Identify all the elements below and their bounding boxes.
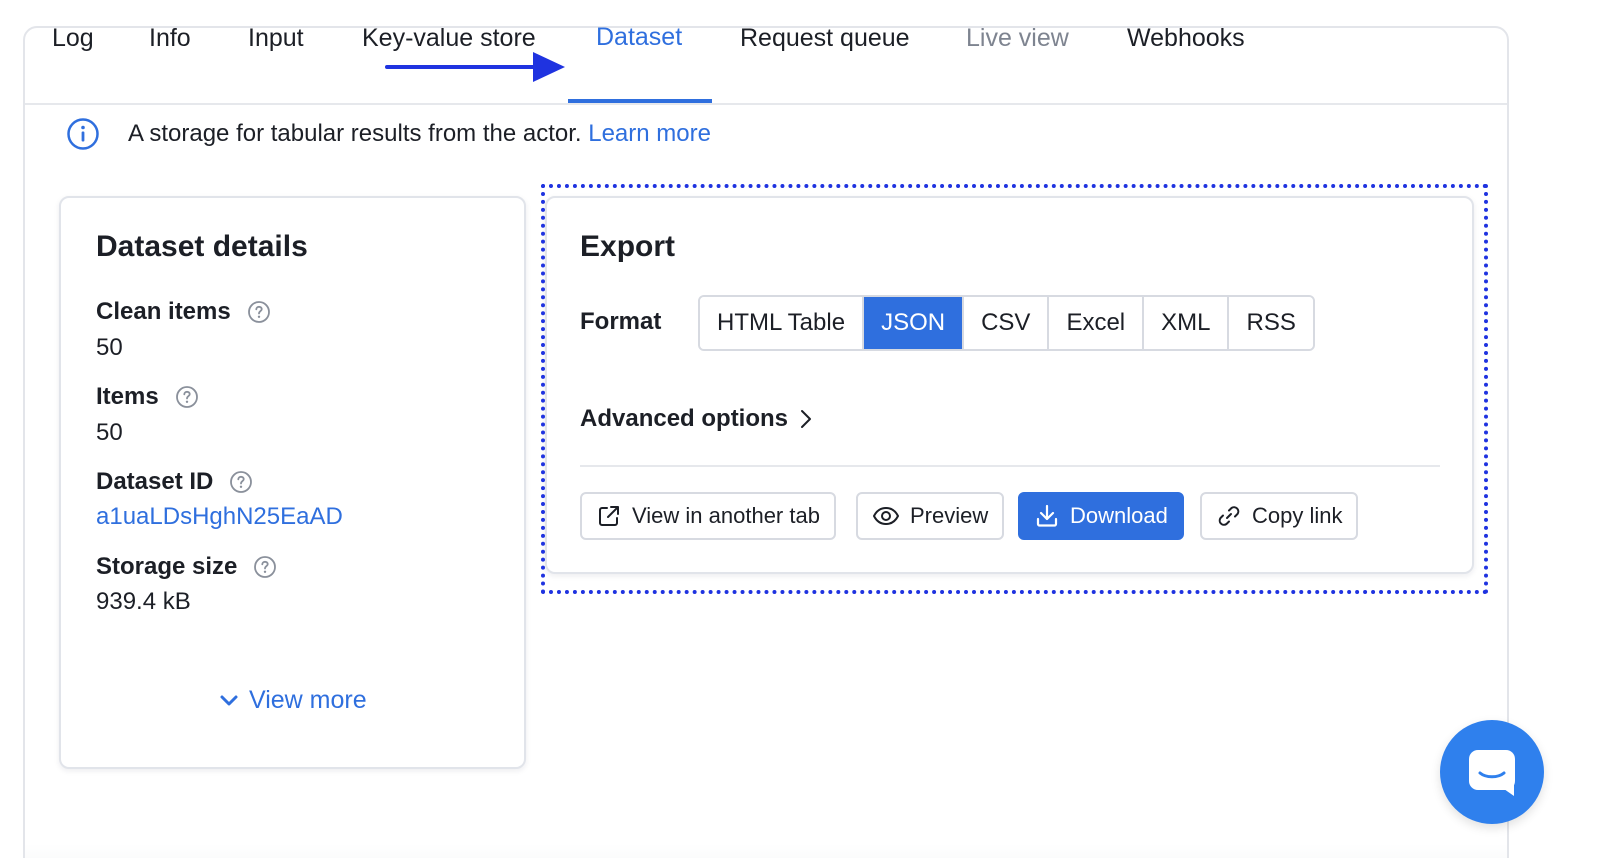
tab-live-view[interactable]: Live view xyxy=(966,0,1069,77)
tab-info[interactable]: Info xyxy=(149,0,191,77)
info-icon xyxy=(67,118,99,150)
storage-size-label: Storage size xyxy=(96,553,277,581)
chat-launcher-button[interactable] xyxy=(1440,720,1544,824)
dataset-id-label: Dataset ID xyxy=(96,468,253,496)
items-value: 50 xyxy=(96,419,123,446)
items-label: Items xyxy=(96,383,199,411)
help-icon[interactable] xyxy=(175,385,199,409)
clean-items-value: 50 xyxy=(96,334,123,361)
clean-items-label: Clean items xyxy=(96,298,271,326)
info-text: A storage for tabular results from the a… xyxy=(128,120,582,147)
chevron-down-icon xyxy=(220,695,238,705)
tab-webhooks[interactable]: Webhooks xyxy=(1127,0,1245,77)
help-icon[interactable] xyxy=(253,555,277,579)
tab-request-queue[interactable]: Request queue xyxy=(740,0,910,77)
storage-size-label-text: Storage size xyxy=(96,553,238,580)
help-icon[interactable] xyxy=(247,300,271,324)
active-tab-indicator xyxy=(568,99,712,103)
view-more-label: View more xyxy=(249,686,367,714)
annotation-highlight-box xyxy=(541,184,1488,594)
dataset-id-link[interactable]: a1uaLDsHghN25EaAD xyxy=(96,503,343,531)
dataset-details-card: Dataset details Clean items 50 Items 50 … xyxy=(59,196,526,769)
annotation-arrow-icon xyxy=(385,52,565,82)
learn-more-link[interactable]: Learn more xyxy=(588,120,711,147)
storage-size-value: 939.4 kB xyxy=(96,588,191,615)
items-label-text: Items xyxy=(96,383,159,410)
clean-items-label-text: Clean items xyxy=(96,298,231,325)
tab-log[interactable]: Log xyxy=(52,0,94,77)
tab-dataset[interactable]: Dataset xyxy=(596,0,682,76)
help-icon[interactable] xyxy=(229,470,253,494)
info-message: A storage for tabular results from the a… xyxy=(128,118,711,150)
bottom-fade xyxy=(25,844,1507,858)
view-more-button[interactable]: View more xyxy=(219,686,367,715)
details-title: Dataset details xyxy=(96,230,308,263)
chat-icon xyxy=(1469,750,1515,796)
dataset-id-label-text: Dataset ID xyxy=(96,468,214,495)
tab-input[interactable]: Input xyxy=(248,0,304,77)
